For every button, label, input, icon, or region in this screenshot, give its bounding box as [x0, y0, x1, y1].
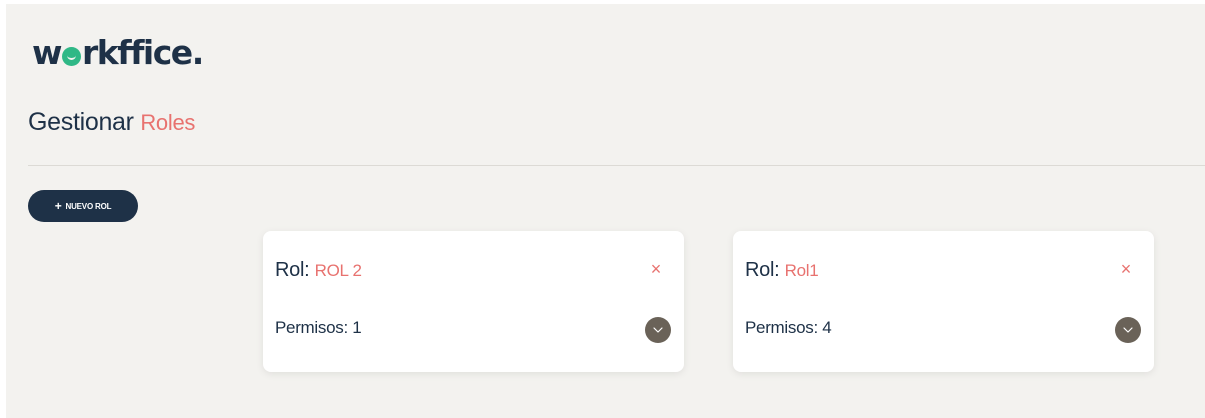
- logo-smile-icon: [62, 46, 81, 66]
- expand-permissions-button[interactable]: [645, 317, 671, 343]
- page-title-main: Gestionar: [28, 108, 134, 136]
- page-title: Gestionar Roles: [28, 108, 195, 137]
- role-name: ROL 2: [314, 261, 362, 280]
- page: w rkffice. Gestionar Roles + NUEVO ROL Ro…: [6, 4, 1205, 418]
- permissions-count: Permisos: 4: [745, 318, 832, 337]
- role-card: Rol: ROL 2 × Permisos: 1: [263, 231, 684, 372]
- delete-role-close-icon[interactable]: ×: [1118, 260, 1134, 278]
- role-name: Rol1: [784, 261, 819, 280]
- expand-permissions-button[interactable]: [1115, 317, 1141, 343]
- role-prefix: Rol:: [745, 259, 780, 281]
- logo-text-end: rkffice.: [82, 32, 204, 72]
- delete-role-close-icon[interactable]: ×: [648, 260, 664, 278]
- chevron-down-icon: [653, 327, 663, 333]
- chevron-down-icon: [1123, 327, 1133, 333]
- workffice-logo[interactable]: w rkffice.: [32, 32, 204, 72]
- new-role-label: NUEVO ROL: [65, 201, 112, 211]
- role-card: Rol: Rol1 × Permisos: 4: [733, 231, 1154, 372]
- role-prefix: Rol:: [275, 259, 310, 281]
- plus-icon: +: [54, 199, 62, 213]
- role-heading: Rol: Rol1: [745, 259, 819, 282]
- header-divider: [28, 165, 1205, 166]
- new-role-button[interactable]: + NUEVO ROL: [28, 190, 138, 222]
- logo-text-start: w: [32, 32, 63, 72]
- role-heading: Rol: ROL 2: [275, 259, 362, 282]
- permissions-count: Permisos: 1: [275, 318, 362, 337]
- page-title-accent: Roles: [140, 110, 196, 135]
